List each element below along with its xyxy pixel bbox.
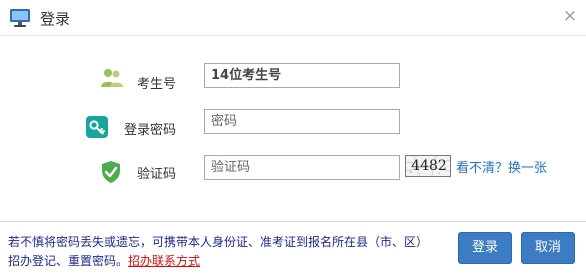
dialog-titlebar: 登录 × — [0, 0, 586, 36]
captcha-code: 4482 — [411, 158, 447, 174]
monitor-icon — [9, 8, 31, 28]
exam-number-input[interactable] — [204, 63, 400, 88]
captcha-image[interactable]: 4482 — [405, 155, 451, 177]
login-button[interactable]: 登录 — [458, 232, 512, 264]
refresh-captcha-link[interactable]: 看不清？换一张 — [456, 157, 547, 176]
password-reset-notice: 若不慎将密码丢失或遗忘，可携带本人身份证、准考证到报名所在县（市、区）招办登记、… — [8, 233, 438, 271]
login-dialog: 登录 × 考生号 登录密码 验证码 — [0, 0, 586, 279]
password-input[interactable] — [204, 109, 400, 134]
close-icon[interactable]: × — [561, 6, 579, 26]
cancel-button[interactable]: 取消 — [521, 232, 575, 264]
dialog-title: 登录 — [40, 10, 71, 28]
contact-office-link[interactable]: 招办联系方式 — [128, 254, 200, 268]
exam-number-label: 考生号 — [136, 77, 176, 92]
password-label: 登录密码 — [123, 123, 176, 138]
notice-text: 若不慎将密码丢失或遗忘，可携带本人身份证、准考证到报名所在县（市、区）招办登记、… — [8, 235, 429, 268]
captcha-input[interactable] — [204, 155, 400, 180]
captcha-label: 验证码 — [136, 167, 176, 182]
